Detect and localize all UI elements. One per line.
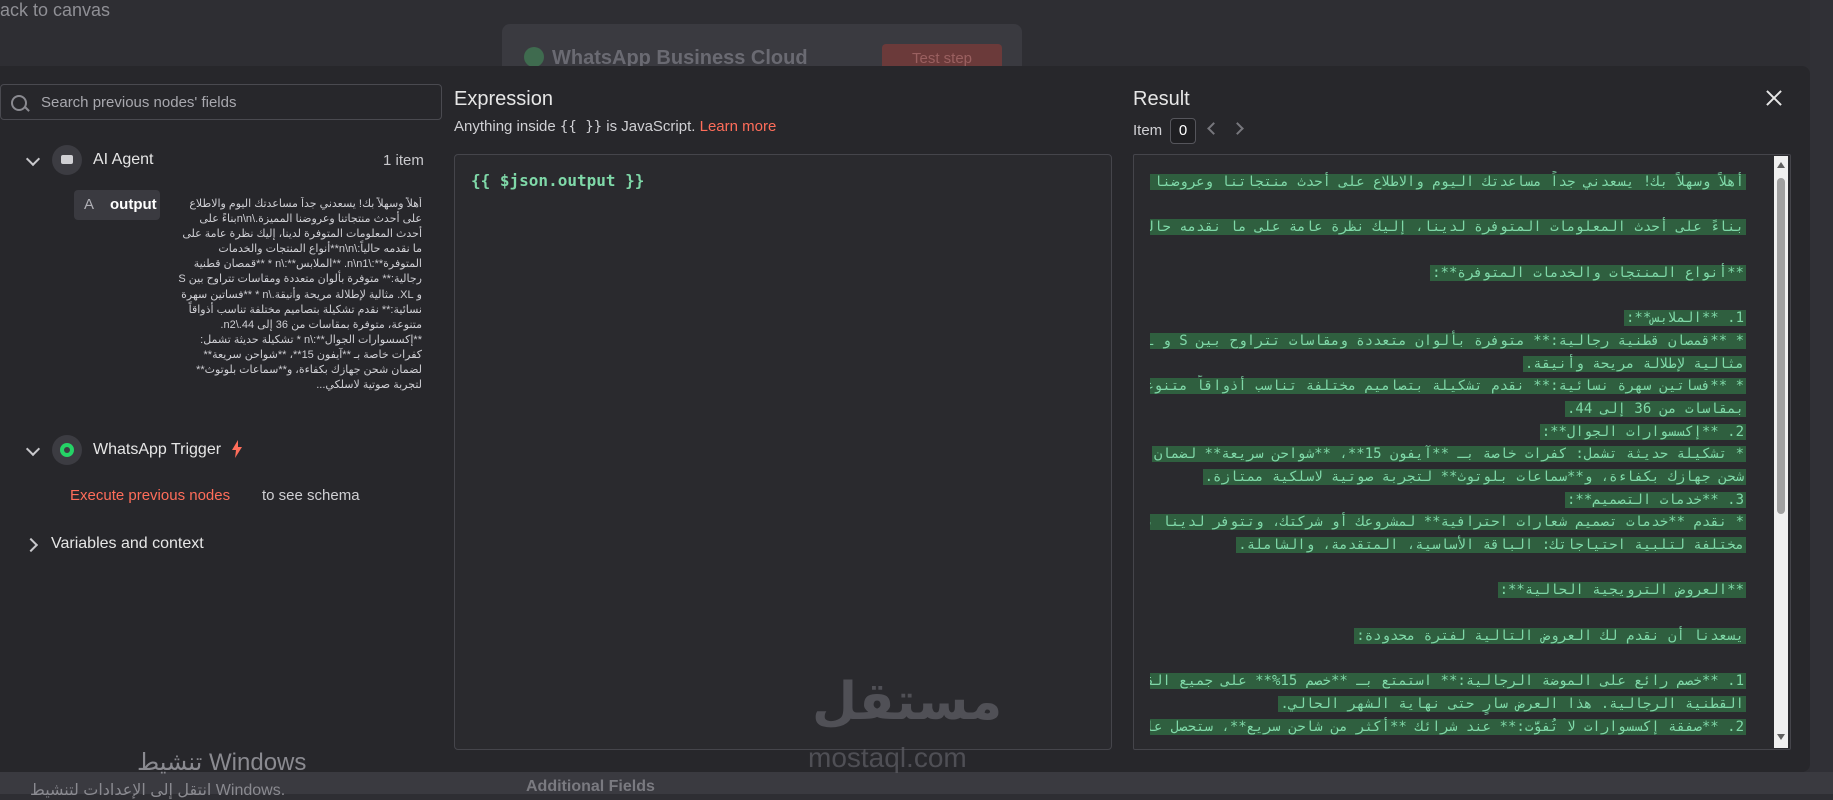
result-line-text: 2. **صفقة إكسسوارات لا تُفوَّت:** عند شر… xyxy=(1150,718,1746,735)
result-line: * **قمصان قطنية رجالية:** متوفرة بألوان … xyxy=(1150,330,1746,353)
result-line xyxy=(1150,284,1746,307)
learn-more-link[interactable]: Learn more xyxy=(700,118,777,135)
result-line: بمقاسات من 36 إلى 44. xyxy=(1150,398,1746,421)
result-output: أهلاً وسهلاً بك! يسعدني جداً مساعدتك الي… xyxy=(1133,154,1791,750)
scroll-up-arrow[interactable] xyxy=(1777,162,1785,168)
search-icon xyxy=(11,95,27,111)
result-line: بناءً على أحدث المعلومات المتوفرة لدينا،… xyxy=(1150,216,1746,239)
ai-agent-item-count: 1 item xyxy=(383,152,424,169)
result-line: أهلاً وسهلاً بك! يسعدني جداً مساعدتك الي… xyxy=(1150,171,1746,194)
result-line-text: * نقدم **خدمات تصميم شعارات احترافية** ل… xyxy=(1150,514,1746,531)
result-line: 3. **خدمات التصميم**: xyxy=(1150,489,1746,512)
result-line: 2. **صفقة إكسسوارات لا تُفوَّت:** عند شر… xyxy=(1150,716,1746,739)
result-line: **العروض الترويجية الحالية**: xyxy=(1150,579,1746,602)
search-placeholder: Search previous nodes' fields xyxy=(41,94,237,111)
trigger-bolt-icon xyxy=(232,440,242,458)
result-line-text: مثالية لإطلالة مريحة وأنيقة. xyxy=(1522,355,1746,372)
windows-activation-subtitle: انتقل إلى الإعدادات لتنشيط Windows. xyxy=(30,782,286,799)
result-line-text: * **فساتين سهرة نسائية:** نقدم تشكيلة بت… xyxy=(1150,378,1746,395)
additional-fields-label: Additional Fields xyxy=(526,778,655,795)
result-line-text: * تشكيلة حديثة تشمل: كفرات خاصة بـ **آيف… xyxy=(1151,446,1746,463)
result-line: **أنواع المنتجات والخدمات المتوفرة**: xyxy=(1150,262,1746,285)
item-index-input[interactable]: 0 xyxy=(1170,118,1196,144)
whatsapp-icon xyxy=(60,443,74,457)
watermark-logo: مستقل xyxy=(812,673,1003,731)
result-line-text: * **قمصان قطنية رجالية:** متوفرة بألوان … xyxy=(1150,332,1746,349)
result-line-text: **أنواع المنتجات والخدمات المتوفرة**: xyxy=(1430,264,1746,281)
ai-agent-label[interactable]: AI Agent xyxy=(93,151,154,169)
result-line xyxy=(1150,647,1746,670)
background-strip xyxy=(1810,0,1833,794)
expression-code[interactable]: {{ $json.output }} xyxy=(471,171,644,190)
variables-and-context-label[interactable]: Variables and context xyxy=(51,535,204,553)
back-to-canvas-link[interactable]: ack to canvas xyxy=(0,0,110,21)
whatsapp-trigger-label[interactable]: WhatsApp Trigger xyxy=(93,441,221,459)
result-line-text: شحن جهازك بكفاءة، و**سماعات بلوتوث** لتج… xyxy=(1202,468,1746,485)
scrollbar-thumb[interactable] xyxy=(1777,178,1785,514)
search-input[interactable]: Search previous nodes' fields xyxy=(0,84,442,120)
result-line: 1. **خصم رائع على الموضة الرجالية:** است… xyxy=(1150,670,1746,693)
result-line: مختلفة لتلبية احتياجاتك: الباقة الأساسية… xyxy=(1150,534,1746,557)
close-icon[interactable] xyxy=(1762,86,1786,110)
subtitle-code: {{ }} xyxy=(559,119,603,135)
result-line xyxy=(1150,239,1746,262)
result-line xyxy=(1150,602,1746,625)
output-value-preview: أهلاً وسهلاً بك! يسعدني جداً مساعدتك الي… xyxy=(175,198,422,392)
execute-previous-nodes-link[interactable]: Execute previous nodes xyxy=(70,487,230,504)
result-line: يسعدنا أن نقدم لك العروض التالية لفترة م… xyxy=(1150,625,1746,648)
result-line xyxy=(1150,194,1746,217)
result-line-text: بناءً على أحدث المعلومات المتوفرة لدينا،… xyxy=(1150,219,1746,236)
scroll-down-arrow[interactable] xyxy=(1777,734,1785,740)
watermark-text: mostaql.com xyxy=(808,742,967,773)
result-line: * تشكيلة حديثة تشمل: كفرات خاصة بـ **آيف… xyxy=(1150,443,1746,466)
result-line-text: بمقاسات من 36 إلى 44. xyxy=(1564,400,1746,417)
expression-title: Expression xyxy=(454,88,553,110)
result-line: القطنية الرجالية. هذا العرض سارٍ حتى نها… xyxy=(1150,693,1746,716)
result-line: شحن جهازك بكفاءة، و**سماعات بلوتوث** لتج… xyxy=(1150,466,1746,489)
result-line: مثالية لإطلالة مريحة وأنيقة. xyxy=(1150,353,1746,376)
item-label: Item xyxy=(1133,122,1163,139)
result-line-text: القطنية الرجالية. هذا العرض سارٍ حتى نها… xyxy=(1278,695,1746,712)
whatsapp-icon xyxy=(524,47,544,67)
ai-agent-node-icon xyxy=(52,145,82,175)
expression-editor[interactable]: {{ $json.output }} xyxy=(454,154,1112,750)
result-line-text: يسعدنا أن نقدم لك العروض التالية لفترة م… xyxy=(1354,627,1746,644)
output-field-pill[interactable]: A output xyxy=(74,190,160,220)
result-line-text: مختلفة لتلبية احتياجاتك: الباقة الأساسية… xyxy=(1236,537,1746,553)
result-scrollbar[interactable] xyxy=(1774,156,1788,748)
result-line: 1. **الملابس**: xyxy=(1150,307,1746,330)
output-field-label: output xyxy=(110,196,157,213)
result-line-text: 2. **إكسسوارات الجوال**: xyxy=(1539,423,1746,440)
subtitle-text: Anything inside xyxy=(454,118,556,135)
result-line-text: أهلاً وسهلاً بك! يسعدني جداً مساعدتك الي… xyxy=(1150,174,1746,190)
result-lines: أهلاً وسهلاً بك! يسعدني جداً مساعدتك الي… xyxy=(1150,171,1746,738)
string-type-icon: A xyxy=(84,196,95,213)
expression-subtitle: Anything inside {{ }} is JavaScript. Lea… xyxy=(454,118,776,135)
windows-activation-title: تنشيط Windows xyxy=(137,749,307,776)
result-title: Result xyxy=(1133,88,1190,110)
result-line-text: 3. **خدمات التصميم**: xyxy=(1564,491,1746,508)
result-line: * نقدم **خدمات تصميم شعارات احترافية** ل… xyxy=(1150,511,1746,534)
result-line-text: **العروض الترويجية الحالية**: xyxy=(1497,582,1746,599)
result-line-text: 1. **خصم رائع على الموضة الرجالية:** است… xyxy=(1150,673,1746,690)
result-line: 2. **إكسسوارات الجوال**: xyxy=(1150,421,1746,444)
robot-icon xyxy=(61,155,73,164)
result-line-text: 1. **الملابس**: xyxy=(1623,310,1746,327)
subtitle-text-after: is JavaScript. xyxy=(606,118,696,135)
result-line: * **فساتين سهرة نسائية:** نقدم تشكيلة بت… xyxy=(1150,375,1746,398)
execute-hint-text: to see schema xyxy=(262,487,360,504)
result-line xyxy=(1150,557,1746,580)
whatsapp-trigger-node-icon xyxy=(52,435,82,465)
